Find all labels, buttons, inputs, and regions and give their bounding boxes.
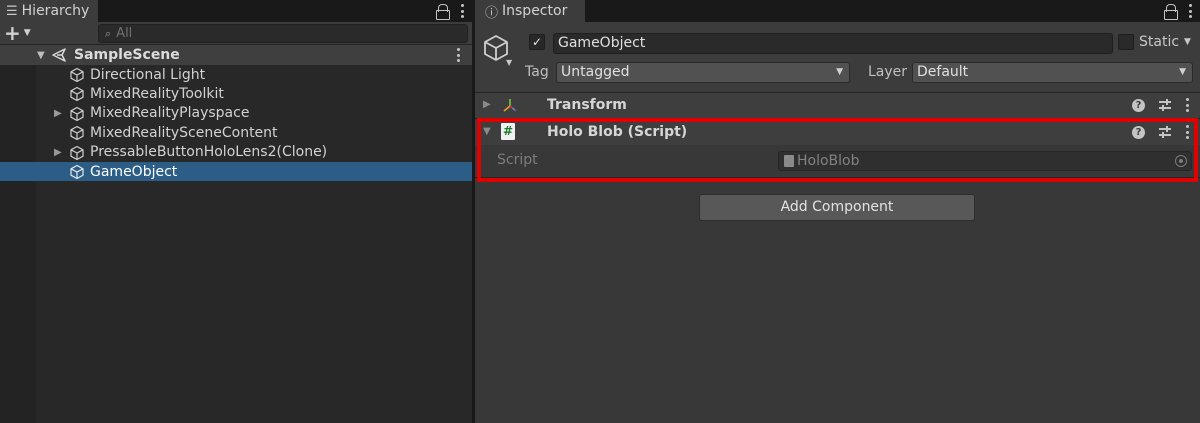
kebab-menu-icon[interactable] [1185,98,1189,112]
script-file-icon [784,155,794,167]
gameobject-cube-icon [70,126,84,141]
active-checkbox[interactable]: ✓ [529,34,545,50]
divider [475,118,1200,119]
help-icon[interactable]: ? [1132,125,1145,139]
lock-icon[interactable] [1164,4,1178,20]
tag-dropdown[interactable]: Untagged ▼ [556,62,850,83]
tab-hierarchy-label: Hierarchy [21,3,90,19]
static-checkbox[interactable] [1118,34,1134,50]
divider [475,177,1200,178]
gameobject-cube-icon [70,164,84,180]
component-controls: ? [1132,125,1189,139]
layer-label: Layer [868,64,908,80]
plus-icon: + [4,21,21,45]
expand-arrow-icon[interactable]: ▶ [54,108,62,119]
chevron-down-icon[interactable]: ▼ [506,58,512,67]
script-label: Script [497,152,538,168]
inspector-tabbar: ⓘ Inspector [475,0,1200,22]
tag-value: Untagged [561,64,630,80]
component-controls: ? [1132,98,1189,112]
kebab-menu-icon[interactable] [460,4,464,18]
chevron-down-icon: ▼ [23,28,31,38]
hierarchy-item[interactable]: MixedRealityToolkit [0,84,472,103]
hierarchy-search-input[interactable]: ⌕ All [98,24,468,43]
tab-hierarchy[interactable]: ☰ Hierarchy [0,0,98,22]
script-property-row: Script HoloBlob [475,148,1200,174]
hierarchy-item-label: PressableButtonHoloLens2(Clone) [90,144,328,161]
hierarchy-item-label: GameObject [90,163,178,180]
hierarchy-tree: ▼ SampleScene Directional Light MixedRea… [0,45,472,182]
hierarchy-item[interactable]: ▶ PressableButtonHoloLens2(Clone) [0,143,472,162]
search-placeholder: All [116,26,133,41]
hierarchy-item-label: MixedRealityToolkit [90,86,224,103]
gameobject-cube-icon [70,67,84,83]
expand-arrow-icon[interactable]: ▶ [483,99,491,110]
hierarchy-tabbar: ☰ Hierarchy [0,0,472,22]
expand-arrow-icon[interactable]: ▼ [37,50,45,61]
script-value: HoloBlob [797,153,860,169]
info-icon: ⓘ [485,5,499,21]
layer-dropdown[interactable]: Default ▼ [912,62,1193,83]
presets-icon[interactable] [1159,99,1171,111]
scene-row[interactable]: ▼ SampleScene [0,45,472,65]
help-icon[interactable]: ? [1132,98,1145,112]
scene-menu-icon[interactable] [456,48,460,62]
inspector-panel-controls [1164,0,1192,22]
gameobject-cube-icon [70,87,84,102]
unity-scene-icon [52,48,66,62]
hierarchy-item[interactable]: Directional Light [0,65,472,84]
expand-arrow-icon[interactable]: ▼ [483,126,491,137]
object-name-field[interactable]: GameObject [553,33,1113,54]
csharp-script-icon: # [501,123,515,140]
gameobject-header: ▼ ✓ GameObject Static ▼ Tag Untagged ▼ L… [475,22,1200,92]
tab-inspector[interactable]: ⓘ Inspector [475,0,585,22]
holoblob-component-header[interactable]: ▼ # Holo Blob (Script) ? [475,120,1200,145]
gameobject-cube-icon [70,145,84,160]
kebab-menu-icon[interactable] [1185,125,1189,139]
create-button[interactable]: + ▼ [4,21,31,45]
hierarchy-panel-controls [436,0,464,22]
expand-arrow-icon[interactable]: ▶ [54,147,62,158]
hierarchy-list-icon: ☰ [6,3,18,19]
transform-component-header[interactable]: ▶ Transform ? [475,93,1200,118]
hierarchy-item-label: Directional Light [90,66,206,83]
add-component-button[interactable]: Add Component [699,194,975,221]
search-icon: ⌕ [105,26,112,40]
layer-value: Default [917,64,969,80]
transform-axes-icon [503,99,517,112]
hierarchy-item-selected[interactable]: GameObject [0,161,472,182]
chevron-down-icon: ▼ [836,67,843,77]
inspector-panel: ⓘ Inspector ▼ ✓ GameObject Static ▼ Tag … [475,0,1200,423]
hierarchy-item[interactable]: ▶ MixedRealityPlayspace [0,104,472,123]
hierarchy-item-label: MixedRealityPlayspace [90,105,250,122]
scene-name: SampleScene [74,47,180,63]
hierarchy-panel: ☰ Hierarchy + ▼ ⌕ All ▼ SampleScene Dire… [0,0,472,423]
transform-title: Transform [547,97,627,113]
tag-label: Tag [525,64,549,80]
tab-inspector-label: Inspector [502,3,568,19]
gameobject-cube-icon [70,106,84,121]
chevron-down-icon: ▼ [1179,67,1186,77]
script-object-field[interactable]: HoloBlob [778,151,1192,171]
lock-icon[interactable] [436,4,450,20]
object-picker-icon[interactable] [1175,155,1187,167]
hierarchy-item[interactable]: MixedRealitySceneContent [0,123,472,142]
holoblob-title: Holo Blob (Script) [547,124,688,140]
static-label: Static [1139,34,1180,50]
hierarchy-toolbar: + ▼ ⌕ All [0,22,472,45]
kebab-menu-icon[interactable] [1188,4,1192,18]
static-dropdown-icon[interactable]: ▼ [1184,37,1191,47]
presets-icon[interactable] [1159,126,1171,138]
hierarchy-item-label: MixedRealitySceneContent [90,124,278,141]
